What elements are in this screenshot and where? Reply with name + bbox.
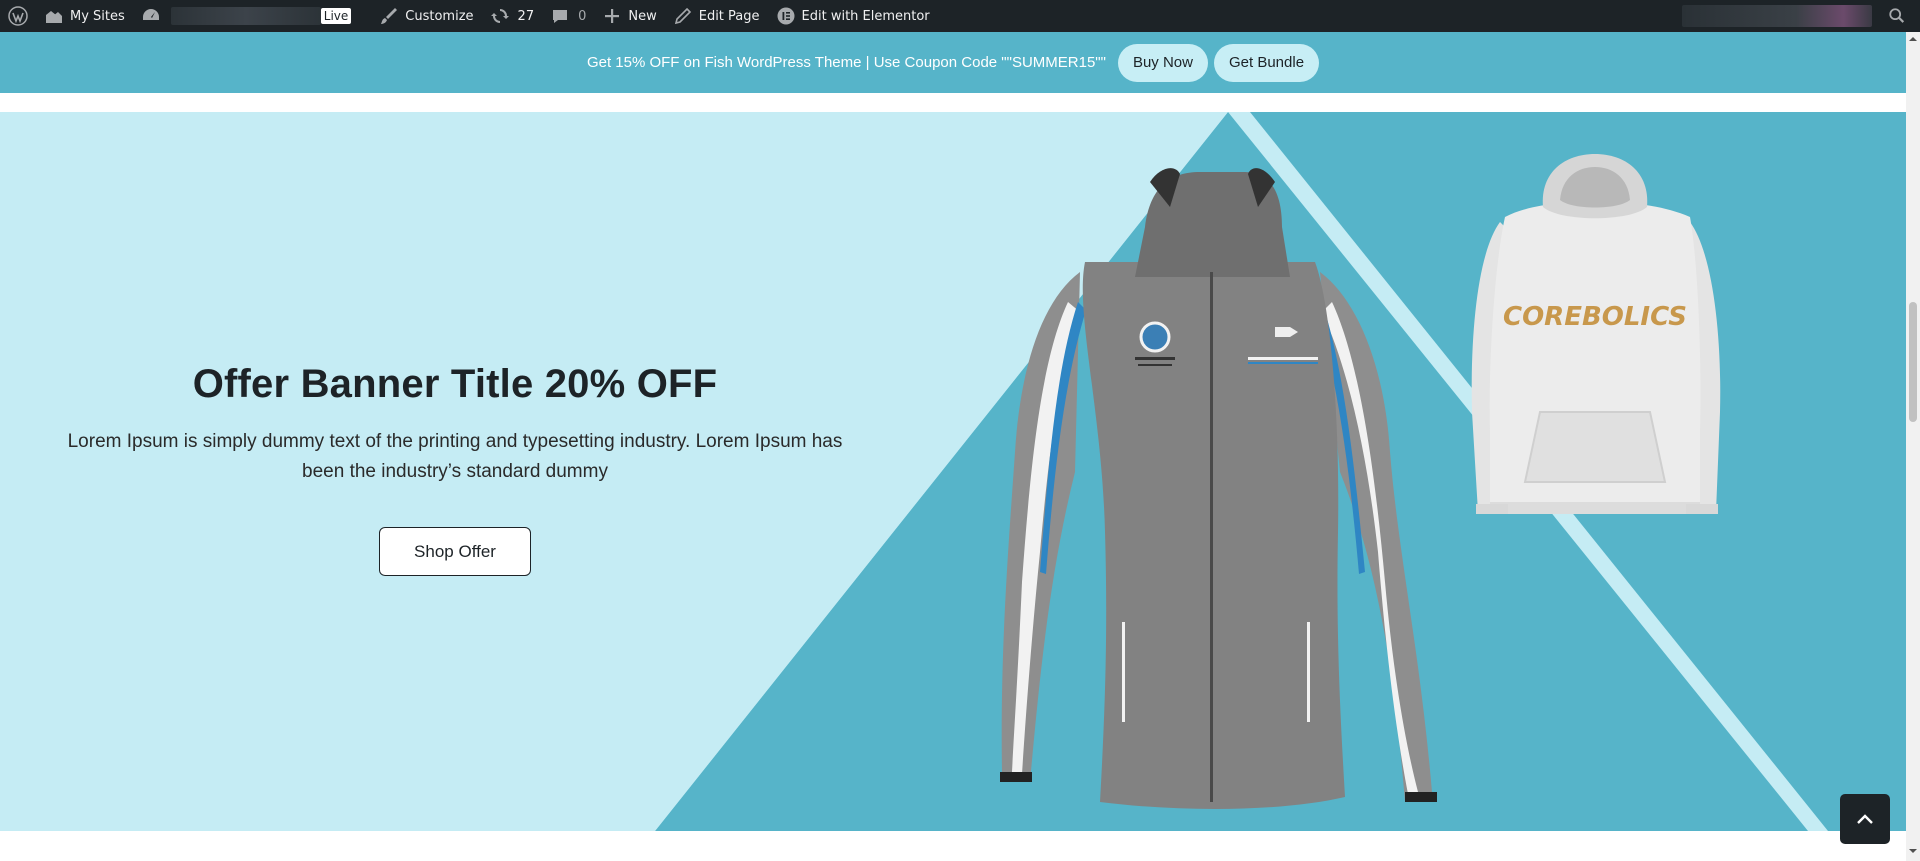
- shop-offer-button[interactable]: Shop Offer: [379, 527, 531, 576]
- admin-bar-right: [1682, 0, 1920, 32]
- next-section-top: [0, 831, 1906, 861]
- edit-elementor-link[interactable]: Edit with Elementor: [768, 0, 938, 32]
- comment-icon: [553, 10, 568, 23]
- hoodie-print-text: COREBOLICS: [1503, 302, 1687, 332]
- edit-page-link[interactable]: Edit Page: [665, 0, 768, 32]
- dashboard-icon: [142, 9, 159, 20]
- comments-link[interactable]: 0: [542, 0, 594, 32]
- edit-elementor-label: Edit with Elementor: [801, 8, 930, 24]
- back-to-top-button[interactable]: [1840, 794, 1890, 844]
- pencil-icon: [674, 7, 691, 25]
- updates-count: 27: [517, 8, 535, 24]
- search-icon: [1889, 8, 1905, 23]
- promo-text: Get 15% OFF on Fish WordPress Theme | Us…: [586, 54, 1106, 71]
- chevron-up-icon: [1857, 814, 1873, 824]
- offer-banner-content: Offer Banner Title 20% OFF Lorem Ipsum i…: [60, 362, 850, 576]
- scroll-up-arrow-icon[interactable]: [1909, 35, 1917, 43]
- page-scrollbar[interactable]: [1906, 32, 1920, 861]
- updates-link[interactable]: 27: [482, 0, 543, 32]
- live-badge: Live: [320, 8, 352, 24]
- new-label: New: [628, 8, 657, 24]
- scrollbar-thumb[interactable]: [1909, 302, 1917, 422]
- wordpress-logo-button[interactable]: [0, 0, 36, 32]
- customize-link[interactable]: Customize: [371, 0, 481, 32]
- site-name-redacted: [170, 7, 321, 25]
- site-name-menu[interactable]: Live: [133, 0, 372, 32]
- comments-count: 0: [578, 8, 587, 24]
- user-account-redacted[interactable]: [1682, 5, 1872, 27]
- updates-icon: [490, 9, 509, 23]
- promo-bar: Get 15% OFF on Fish WordPress Theme | Us…: [0, 32, 1906, 93]
- scroll-down-arrow-icon[interactable]: [1909, 847, 1917, 855]
- wordpress-icon: [8, 6, 28, 26]
- offer-banner-description: Lorem Ipsum is simply dummy text of the …: [67, 431, 843, 482]
- my-sites-icon: [46, 11, 62, 23]
- offer-banner-section: COREBOLICS Offer Banner Title 20% OFF Lo…: [0, 112, 1906, 831]
- customize-label: Customize: [405, 8, 474, 24]
- brush-icon: [381, 8, 398, 24]
- get-bundle-button[interactable]: Get Bundle: [1213, 43, 1320, 82]
- edit-page-label: Edit Page: [698, 8, 760, 24]
- new-content-menu[interactable]: New: [594, 0, 664, 32]
- admin-search-button[interactable]: [1880, 0, 1920, 32]
- my-sites-label: My Sites: [70, 8, 125, 24]
- buy-now-button[interactable]: Buy Now: [1117, 43, 1208, 82]
- plus-icon: [605, 9, 620, 23]
- elementor-icon: [777, 7, 795, 25]
- my-sites-menu[interactable]: My Sites: [36, 0, 133, 32]
- offer-banner-title: Offer Banner Title 20% OFF: [192, 362, 718, 406]
- admin-bar: My Sites Live Customize 27 0 New Edit Pa…: [0, 0, 1920, 32]
